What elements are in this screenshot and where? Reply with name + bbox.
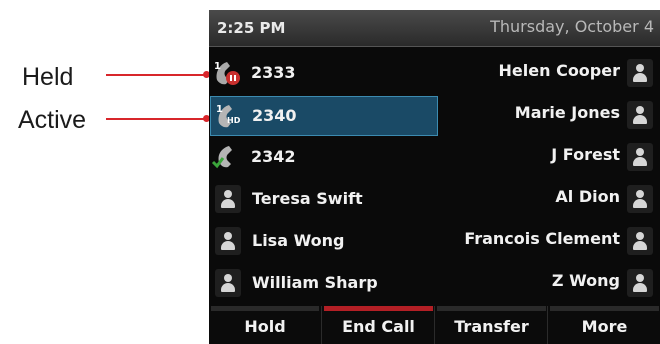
contact-name-francois-clement[interactable]: Francois Clement [464,229,620,248]
svg-text:1: 1 [214,61,221,72]
handset-held-icon: 1 [214,61,240,85]
contact-name: Teresa Swift [252,189,363,208]
contact-avatar-icon[interactable] [627,101,653,129]
softkey-bar: Hold End Call Transfer More [209,306,660,344]
contact-avatar-icon[interactable] [627,227,653,255]
contact-avatar-icon[interactable] [627,143,653,171]
line-label: 2340 [252,106,297,125]
contact-avatar-icon[interactable] [627,269,653,297]
contact-key-teresa-swift[interactable]: Teresa Swift [209,180,439,218]
active-callout-line [106,118,206,120]
held-callout-line [106,74,206,76]
home-row-6: William Sharp Z Wong [209,262,660,304]
line-label: 2342 [251,147,296,166]
softkey-indicator [550,306,659,311]
end-call-softkey[interactable]: End Call [321,306,435,344]
status-time: 2:25 PM [217,19,286,37]
contact-name-marie-jones[interactable]: Marie Jones [515,103,620,122]
contact-key-lisa-wong[interactable]: Lisa Wong [209,222,439,260]
svg-text:1: 1 [216,104,223,115]
line-key-2340[interactable]: 1 HD 2340 [210,96,438,136]
active-callout-label: Active [18,106,87,134]
contact-name-z-wong[interactable]: Z Wong [552,271,620,290]
line-key-2333[interactable]: 1 2333 [209,54,439,92]
handset-hd-active-icon: 1 HD [216,104,241,128]
home-row-4: Teresa Swift Al Dion [209,178,660,220]
svg-text:HD: HD [227,116,241,125]
softkey-indicator [437,306,546,311]
contact-name-j-forest[interactable]: J Forest [551,145,620,164]
softkey-label: Transfer [454,317,529,336]
contact-name: William Sharp [252,273,378,292]
softkey-indicator [211,306,319,311]
phone-screen: 2:25 PM Thursday, October 4 1 2333 Helen… [209,10,660,344]
transfer-softkey[interactable]: Transfer [434,306,548,344]
contact-avatar-icon[interactable] [627,59,653,87]
home-row-2: 1 HD 2340 Marie Jones [209,94,660,136]
status-date: Thursday, October 4 [490,17,654,36]
home-row-3: 2342 J Forest [209,136,660,178]
hold-softkey[interactable]: Hold [209,306,321,344]
softkey-label: End Call [342,317,415,336]
contact-name-al-dion[interactable]: Al Dion [555,187,620,206]
held-callout-label: Held [22,63,74,91]
softkey-label: More [581,317,628,336]
contact-avatar-icon[interactable] [627,185,653,213]
handset-registered-icon [211,146,232,169]
softkey-indicator [324,306,433,311]
more-softkey[interactable]: More [547,306,660,344]
softkey-label: Hold [244,317,286,336]
status-bar: 2:25 PM Thursday, October 4 [209,10,660,47]
contact-name: Lisa Wong [252,231,345,250]
contact-name-helen-cooper[interactable]: Helen Cooper [499,61,620,80]
line-label: 2333 [251,63,296,82]
line-key-2342[interactable]: 2342 [209,138,439,176]
home-row-5: Lisa Wong Francois Clement [209,220,660,262]
home-row-1: 1 2333 Helen Cooper [209,52,660,94]
contact-key-william-sharp[interactable]: William Sharp [209,264,439,302]
